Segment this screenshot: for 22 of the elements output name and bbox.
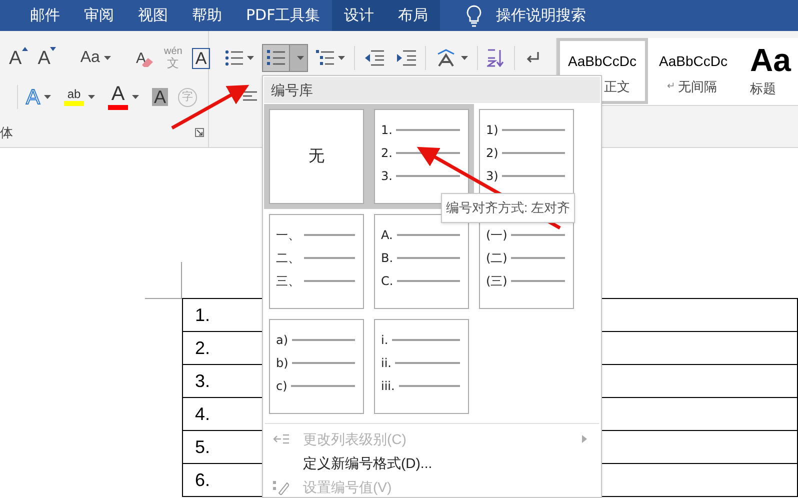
list-marker: 二、 — [276, 250, 300, 266]
list-marker: 2) — [486, 144, 498, 162]
list-marker: 3. — [381, 168, 392, 184]
list-marker: (一) — [486, 226, 508, 244]
list-marker: c) — [276, 378, 288, 394]
list-marker: B. — [381, 250, 394, 266]
tooltip: 编号对齐方式: 左对齐 — [441, 193, 576, 222]
list-marker: 1) — [486, 122, 498, 138]
group-label: 体 — [0, 124, 13, 142]
list-marker: 三、 — [276, 272, 300, 290]
list-marker: 一、 — [276, 226, 300, 244]
list-marker: a) — [276, 332, 288, 348]
list-marker: A. — [381, 226, 393, 244]
list-marker: 1. — [381, 122, 392, 138]
list-marker: C. — [381, 272, 394, 290]
list-marker: (三) — [486, 272, 508, 290]
list-marker: iii. — [381, 378, 395, 394]
list-marker: 3) — [486, 168, 498, 184]
list-marker: 2. — [381, 144, 392, 162]
list-marker: i. — [381, 332, 388, 348]
list-marker: (二) — [486, 250, 508, 266]
menu-header: 编号库 — [264, 77, 600, 103]
